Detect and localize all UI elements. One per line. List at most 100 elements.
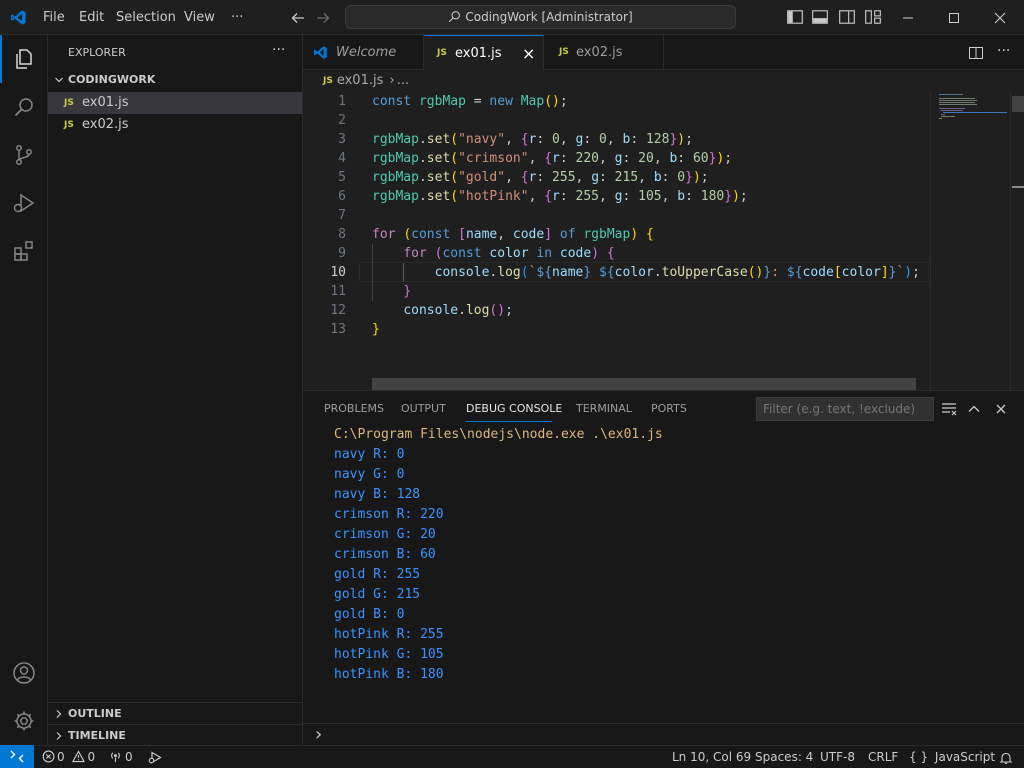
source-control-button[interactable] [0,131,48,179]
command-center-search[interactable]: CodingWork [Administrator] [345,5,736,29]
console-output-line: crimson G: 20 [334,527,436,542]
language-label: JavaScript [934,750,996,764]
toggle-panel-icon[interactable] [811,8,829,26]
code-line: 2 [338,113,346,128]
encoding-status[interactable]: UTF-8 [820,746,855,768]
explorer-sidebar: EXPLORER ··· CODINGWORK JS ex01.js JS ex… [48,35,303,745]
code-editor[interactable]: JS ex01.js ›... 1 const rgbMap = new Map()… [303,70,1024,390]
debug-status-icon[interactable] [148,751,162,764]
explorer-more-actions[interactable]: ··· [272,42,285,58]
language-mode[interactable]: { } JavaScript [909,746,995,768]
indentation-status[interactable]: Spaces: 4 [755,746,813,768]
code-line: 4 rgbMap.set("crimson", {r: 220, g: 20, b… [338,151,733,166]
files-icon [16,49,32,69]
notifications-bell-icon[interactable] [999,751,1013,765]
search-icon [449,11,461,23]
js-file-icon: JS [64,120,74,130]
tab-problems[interactable]: PROBLEMS [324,391,384,427]
problems-status[interactable]: 0 0 [42,746,95,768]
console-output-line: navy G: 0 [334,467,405,482]
console-output-line: navy R: 0 [334,447,405,462]
console-output-line: gold R: 255 [334,567,421,582]
code-line: 7 [338,208,346,223]
toggle-primary-sidebar-icon[interactable] [786,8,804,26]
file-item-ex01[interactable]: JS ex01.js [48,92,302,114]
extensions-icon [14,241,33,261]
warning-icon [72,750,86,763]
tab-terminal[interactable]: TERMINAL [576,391,632,427]
tab-welcome[interactable]: Welcome [303,35,424,70]
forward-arrow-icon[interactable] [315,10,331,26]
customize-layout-icon[interactable] [864,8,882,26]
folder-codingwork[interactable]: CODINGWORK [48,69,302,91]
console-output-line: crimson R: 220 [334,507,444,522]
vscode-logo-icon [11,10,26,25]
cursor-position[interactable]: Ln 10, Col 69 [672,746,751,768]
minimap[interactable] [930,92,1011,390]
maximize-icon[interactable] [947,11,961,25]
console-filter-input[interactable] [756,397,934,421]
menu-file[interactable]: File [43,0,65,35]
activity-bar [0,35,48,745]
manage-button[interactable] [0,697,48,745]
breadcrumb-file[interactable]: ex01.js [337,73,384,88]
outline-section[interactable]: OUTLINE [48,703,302,725]
eol-status[interactable]: CRLF [868,746,898,768]
close-window-icon[interactable] [993,11,1007,25]
split-editor-icon[interactable] [968,45,984,61]
close-panel-icon[interactable] [994,402,1008,416]
title-bar: File Edit Selection View ··· CodingWork … [0,0,1024,35]
console-output-line: hotPink R: 255 [334,627,444,642]
editor-tab-bar: Welcome JS ex01.js × JS ex02.js ··· [303,35,1024,71]
gear-icon [14,711,34,731]
explorer-button[interactable] [0,35,48,83]
back-arrow-icon[interactable] [290,10,306,26]
editor-more-actions[interactable]: ··· [997,43,1010,59]
code-line: 12 console.log(); [330,303,513,318]
toggle-secondary-sidebar-icon[interactable] [838,8,856,26]
menu-more[interactable]: ··· [231,0,243,35]
file-item-ex02[interactable]: JS ex02.js [48,114,302,136]
minimize-icon[interactable] [901,11,915,25]
accounts-button[interactable] [0,649,48,697]
run-debug-icon [13,193,35,213]
console-output-line: hotPink B: 180 [334,667,444,682]
chevron-down-icon [55,77,63,83]
horizontal-scrollbar[interactable] [372,378,916,390]
search-icon [14,98,33,117]
breadcrumb-rest[interactable]: ... [397,73,409,88]
tab-output[interactable]: OUTPUT [401,391,446,427]
console-output-line: crimson B: 60 [334,547,436,562]
explorer-title: EXPLORER [68,46,126,59]
tab-ports[interactable]: PORTS [651,391,687,427]
search-view-button[interactable] [0,83,48,131]
remote-button[interactable] [0,745,34,768]
error-count: 0 [57,750,65,764]
js-file-icon: JS [323,76,333,86]
tab-close-button[interactable]: × [522,36,535,71]
tab-ex01[interactable]: JS ex01.js × [424,35,544,71]
tab-label: ex01.js [455,46,502,61]
ports-status[interactable]: 0 [109,746,133,768]
code-line: 3 rgbMap.set("navy", {r: 0, g: 0, b: 128}… [338,132,693,147]
code-line: 10 console.log(`${name} ${color.toUpperC… [330,265,920,280]
run-debug-button[interactable] [0,179,48,227]
file-label: ex02.js [82,117,129,132]
chevron-up-icon[interactable] [967,402,981,416]
breadcrumb: JS ex01.js ›... [323,72,409,90]
timeline-section[interactable]: TIMELINE [48,725,302,747]
error-icon [42,750,55,763]
js-file-icon: JS [437,48,447,58]
tab-label: ex02.js [576,45,623,60]
tab-ex02[interactable]: JS ex02.js [544,35,664,70]
code-line: 6 rgbMap.set("hotPink", {r: 255, g: 105, … [338,189,748,204]
console-input[interactable] [333,725,1013,745]
extensions-button[interactable] [0,227,48,275]
vertical-scrollbar[interactable] [1010,92,1024,390]
menu-view[interactable]: View [184,0,215,35]
menu-selection[interactable]: Selection [116,0,176,35]
clear-console-icon[interactable] [941,402,957,416]
braces-icon: { } [909,750,929,764]
menu-edit[interactable]: Edit [79,0,104,35]
code-line: 9 for (const color in code) { [338,246,615,261]
